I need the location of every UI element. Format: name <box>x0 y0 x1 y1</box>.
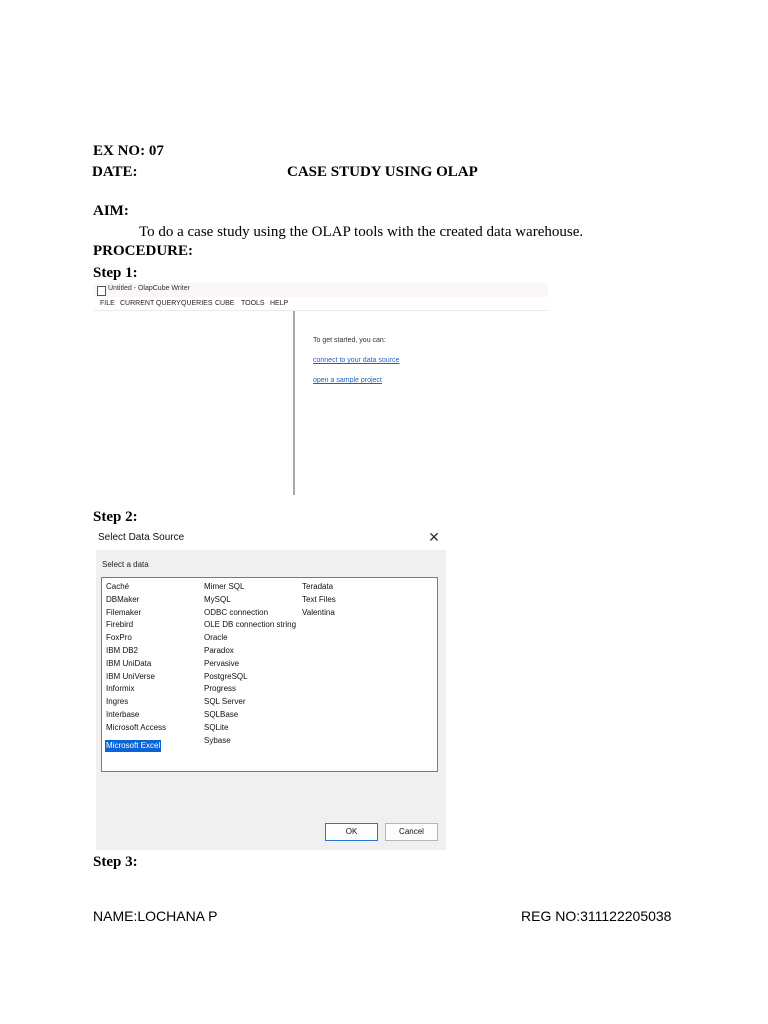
connect-data-source-link[interactable]: connect to your data source <box>313 357 399 364</box>
list-item-label: IBM DB2 <box>106 645 139 655</box>
list-item[interactable]: Microsoft Excel <box>105 735 166 753</box>
step-1-label: Step 1: <box>93 265 138 281</box>
list-column-3: Teradata Text Files Valentina <box>302 581 336 619</box>
list-item[interactable]: SQLite <box>204 722 296 735</box>
page-title: CASE STUDY USING OLAP <box>287 164 478 180</box>
list-item[interactable]: Ingres <box>106 696 166 709</box>
menu-tools[interactable]: TOOLS <box>241 300 265 307</box>
panel-splitter[interactable] <box>293 311 295 495</box>
list-item-label: PostgreSQL <box>204 671 248 681</box>
list-item-label: Oracle <box>204 633 228 643</box>
ok-button[interactable]: OK <box>325 823 378 841</box>
list-item-label: SQLBase <box>204 709 239 719</box>
menu-divider <box>94 310 548 311</box>
list-item[interactable]: Teradata <box>302 581 336 594</box>
dialog-titlebar: Select Data Source ✕ <box>96 528 446 550</box>
list-item[interactable]: Progress <box>204 683 296 696</box>
list-item-label: DBMaker <box>106 594 140 604</box>
list-item[interactable]: Text Files <box>302 594 336 607</box>
list-item[interactable]: IBM DB2 <box>106 645 166 658</box>
list-item-label: Informix <box>106 684 135 694</box>
ex-no: EX NO: 07 <box>93 143 164 159</box>
list-item-label: Interbase <box>106 709 140 719</box>
cancel-button[interactable]: Cancel <box>385 823 438 841</box>
date-label: DATE: <box>92 164 138 180</box>
list-item-label: IBM UniData <box>106 658 152 668</box>
student-name: NAME:LOCHANA P <box>93 908 218 924</box>
step-2-label: Step 2: <box>93 509 138 525</box>
window-title: Untitled - OlapCube Writer <box>108 285 190 292</box>
list-item[interactable]: ODBC connection <box>204 607 296 620</box>
dialog-title: Select Data Source <box>98 532 185 543</box>
olapcube-writer-screenshot: Untitled - OlapCube Writer FILE CURRENT … <box>94 283 548 495</box>
step-3-label: Step 3: <box>93 854 138 870</box>
list-item-label: Caché <box>106 582 130 591</box>
menu-current-query[interactable]: CURRENT QUERY <box>120 300 181 307</box>
menu-bar: FILE CURRENT QUERY QUERIES CUBE TOOLS HE… <box>94 298 548 310</box>
list-item[interactable]: Valentina <box>302 607 336 620</box>
list-item[interactable]: Microsoft Access <box>106 722 166 735</box>
get-started-text: To get started, you can: <box>313 337 386 344</box>
list-item-label: Valentina <box>302 607 335 617</box>
list-item[interactable]: Mimer SQL <box>204 581 296 594</box>
window-titlebar: Untitled - OlapCube Writer <box>94 283 548 297</box>
list-item-label: Sybase <box>204 735 231 745</box>
list-column-2: Mimer SQL MySQL ODBC connection OLE DB conn… <box>204 581 296 747</box>
list-item-label: Progress <box>204 684 237 694</box>
list-item[interactable]: Informix <box>106 683 166 696</box>
menu-queries[interactable]: QUERIES <box>181 300 213 307</box>
list-item-label: Firebird <box>106 620 134 630</box>
list-item-label: OLE DB connection string <box>204 620 297 630</box>
list-item[interactable]: OLE DB connection string <box>204 619 296 632</box>
list-item-label: FoxPro <box>106 633 132 643</box>
list-item[interactable]: Interbase <box>106 709 166 722</box>
list-item-label: Ingres <box>106 697 129 707</box>
list-item[interactable]: FoxPro <box>106 632 166 645</box>
list-item-label: MySQL <box>204 594 231 604</box>
list-item-label: SQL Server <box>204 697 246 707</box>
app-icon <box>97 286 106 296</box>
list-item-label: Filemaker <box>106 607 142 617</box>
list-item-label: Mimer SQL <box>204 582 245 591</box>
list-item-label: Pervasive <box>204 658 240 668</box>
list-item[interactable]: Oracle <box>204 632 296 645</box>
close-icon[interactable]: ✕ <box>426 528 442 548</box>
list-item-label: Microsoft Access <box>106 722 167 732</box>
list-item[interactable]: MySQL <box>204 594 296 607</box>
menu-cube[interactable]: CUBE <box>215 300 234 307</box>
list-item-label: Paradox <box>204 645 234 655</box>
list-item[interactable]: Firebird <box>106 619 166 632</box>
open-sample-project-link[interactable]: open a sample project <box>313 377 382 384</box>
list-item-label: IBM UniVerse <box>106 671 155 681</box>
list-item[interactable]: Filemaker <box>106 607 166 620</box>
list-item-label: Text Files <box>302 594 336 604</box>
select-data-source-dialog: Select Data Source ✕ Select a data Caché… <box>96 528 446 850</box>
menu-help[interactable]: HELP <box>270 300 288 307</box>
menu-file[interactable]: FILE <box>100 300 115 307</box>
list-item-selected-label: Microsoft Excel <box>105 739 162 753</box>
aim-heading: AIM: <box>93 203 129 219</box>
list-item[interactable]: Sybase <box>204 735 296 748</box>
list-item[interactable]: SQL Server <box>204 696 296 709</box>
list-item[interactable]: SQLBase <box>204 709 296 722</box>
select-prompt: Select a data <box>102 560 149 569</box>
list-item-label: Teradata <box>302 582 334 591</box>
aim-text: To do a case study using the OLAP tools … <box>139 224 584 240</box>
list-item[interactable]: IBM UniVerse <box>106 671 166 684</box>
list-item-label: SQLite <box>204 722 229 732</box>
list-column-1: Caché DBMaker Filemaker Firebird FoxPro IBM D… <box>105 581 166 753</box>
list-item[interactable]: PostgreSQL <box>204 671 296 684</box>
reg-number: REG NO:311122205038 <box>521 908 672 924</box>
list-item[interactable]: Caché <box>106 581 166 594</box>
list-item[interactable]: Pervasive <box>204 658 296 671</box>
list-item[interactable]: IBM UniData <box>106 658 166 671</box>
list-item[interactable]: Paradox <box>204 645 296 658</box>
procedure-heading: PROCEDURE: <box>93 243 193 259</box>
list-item-label: ODBC connection <box>204 607 269 617</box>
list-item[interactable]: DBMaker <box>106 594 166 607</box>
data-source-list[interactable]: Caché DBMaker Filemaker Firebird FoxPro IBM D… <box>101 577 438 772</box>
